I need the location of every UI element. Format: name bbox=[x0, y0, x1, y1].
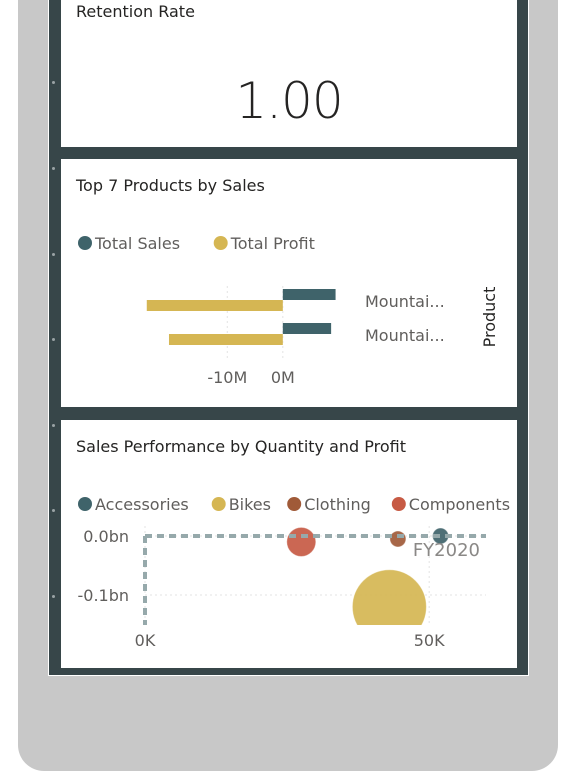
top-products-card[interactable]: Top 7 Products by Sales Total Sales Total… bbox=[61, 159, 517, 407]
legend-label-components: Components bbox=[409, 495, 510, 514]
sales-performance-card[interactable]: Sales Performance by Quantity and Profit… bbox=[61, 420, 517, 668]
products-bar-chart: Total Sales Total Profit Mountai... Mountai… bbox=[78, 234, 499, 387]
legend-marker-bikes bbox=[211, 497, 226, 511]
x-tick-label: 50K bbox=[414, 631, 445, 650]
legend-label-accessories: Accessories bbox=[95, 495, 189, 514]
drag-handle[interactable] bbox=[52, 338, 55, 341]
bar-total-profit bbox=[168, 334, 283, 345]
play-axis-label: FY2020 bbox=[413, 540, 480, 561]
drag-handle[interactable] bbox=[52, 167, 55, 170]
drag-handle[interactable] bbox=[52, 253, 55, 256]
legend-marker-total-sales bbox=[78, 236, 92, 250]
bar-total-sales bbox=[282, 289, 336, 300]
legend-marker-accessories bbox=[78, 497, 92, 511]
performance-scatter-chart: Accessories Bikes Clothing Components 0.0bn -… bbox=[77, 495, 517, 668]
x-tick-label: -10M bbox=[207, 368, 247, 387]
legend-marker-clothing bbox=[287, 497, 302, 511]
bar-total-profit bbox=[146, 300, 283, 311]
legend-label-bikes: Bikes bbox=[229, 495, 271, 514]
drag-handle[interactable] bbox=[52, 81, 55, 84]
x-tick-label: 0M bbox=[271, 368, 295, 387]
legend-label-total-sales: Total Sales bbox=[94, 234, 180, 253]
bubble-components bbox=[286, 526, 317, 557]
legend-marker-total-profit bbox=[213, 236, 228, 250]
retention-rate-card[interactable]: Retention Rate 1.00 bbox=[61, 0, 517, 147]
legend-label-clothing: Clothing bbox=[304, 495, 371, 514]
category-label: Mountai... bbox=[365, 326, 445, 345]
category-label: Mountai... bbox=[365, 292, 445, 311]
kpi-value: 1.00 bbox=[235, 72, 343, 130]
y-tick-label: -0.1bn bbox=[77, 586, 129, 605]
legend-label-total-profit: Total Profit bbox=[230, 234, 315, 253]
x-tick-label: 0K bbox=[135, 631, 156, 650]
bubble-clothing bbox=[389, 530, 407, 548]
y-tick-label: 0.0bn bbox=[83, 527, 129, 546]
drag-handle[interactable] bbox=[52, 595, 55, 598]
kpi-title: Retention Rate bbox=[76, 2, 195, 21]
drag-handle[interactable] bbox=[52, 509, 55, 512]
y-axis-title: Product bbox=[480, 287, 499, 348]
legend-marker-components bbox=[391, 497, 406, 511]
plot-area-mask bbox=[121, 625, 517, 668]
bottom-indicator bbox=[45, 771, 117, 777]
drag-handle[interactable] bbox=[52, 424, 55, 427]
bar-total-sales bbox=[282, 323, 332, 334]
